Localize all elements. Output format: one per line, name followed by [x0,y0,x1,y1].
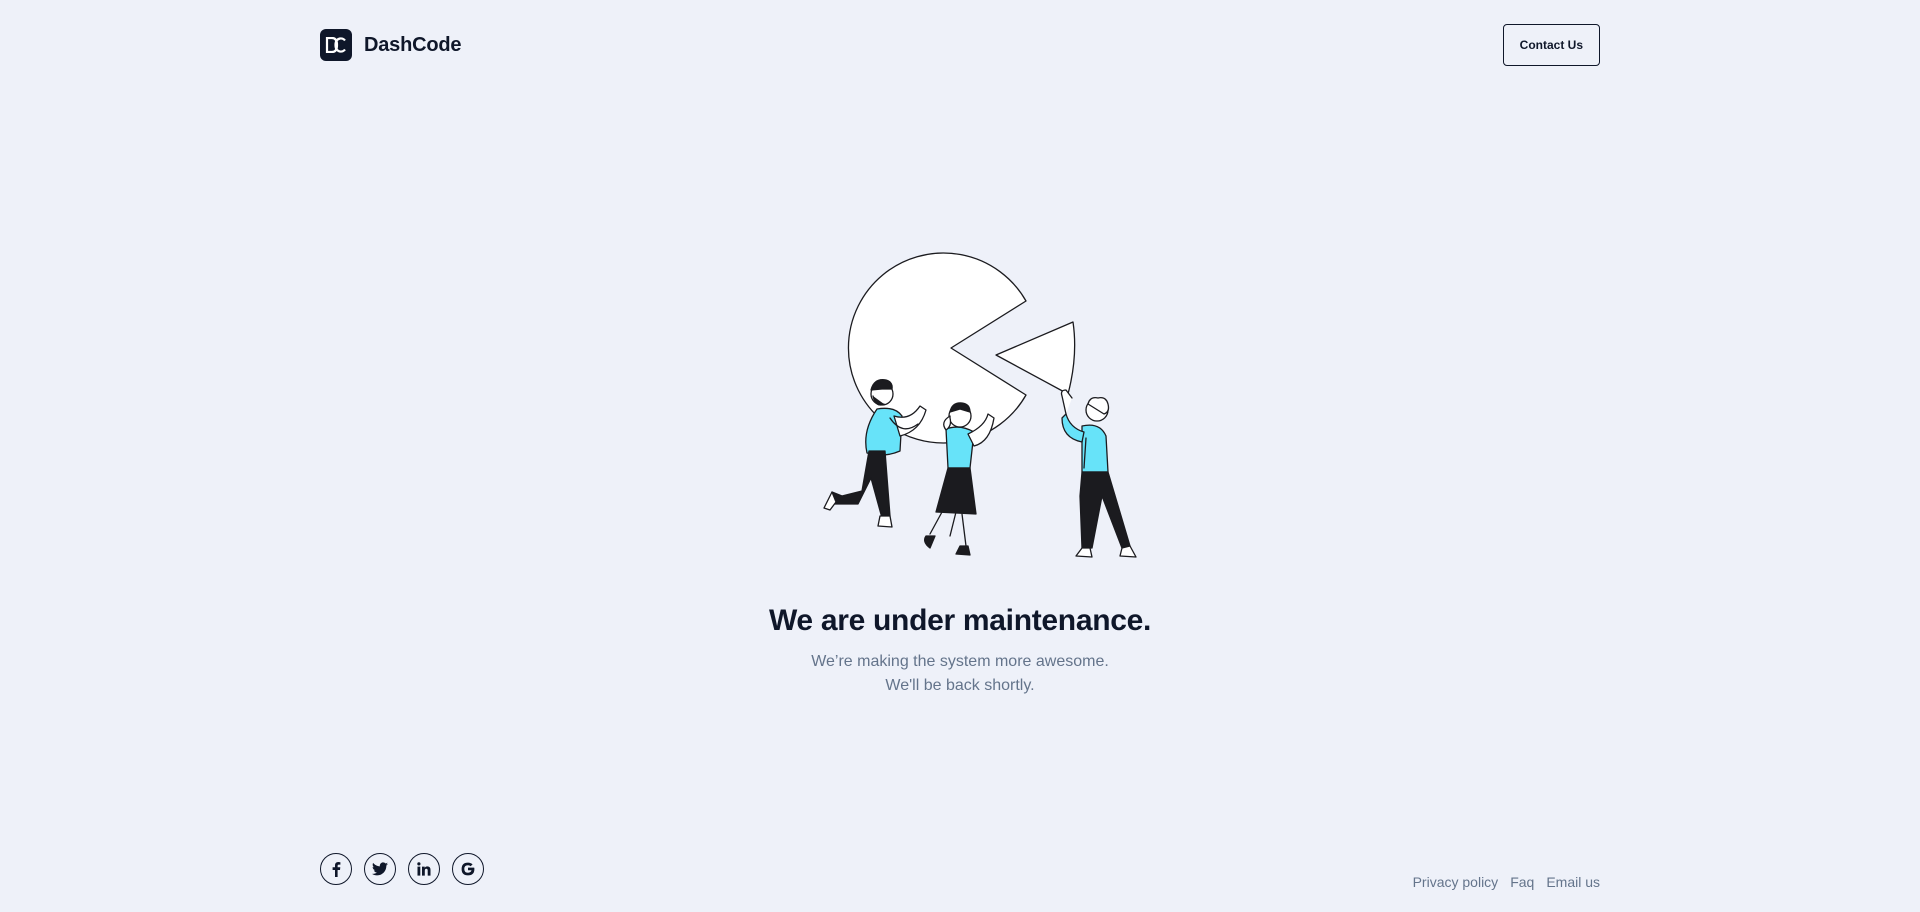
brand-link[interactable]: DashCode [320,29,462,61]
privacy-policy-link[interactable]: Privacy policy [1413,874,1499,890]
main-content: We are under maintenance. We’re making t… [0,246,1920,698]
footer-links: Privacy policy Faq Email us [1413,874,1600,890]
page-title: We are under maintenance. [768,604,1152,637]
maintenance-illustration [823,252,1137,558]
logo-icon [320,29,352,61]
contact-us-button[interactable]: Contact Us [1502,24,1600,66]
facebook-icon[interactable] [320,853,352,885]
faq-link[interactable]: Faq [1510,874,1534,890]
maintenance-page: DashCode Contact Us We are under mainten… [0,0,1920,912]
linkedin-icon[interactable] [408,853,440,885]
email-us-link[interactable]: Email us [1546,874,1600,890]
page-subtitle: We’re making the system more awesome. We… [811,650,1109,698]
header: DashCode Contact Us [320,24,1600,66]
subtitle-line-1: We’re making the system more awesome. [811,653,1109,670]
brand-name: DashCode [364,33,462,56]
footer: Privacy policy Faq Email us [320,848,1600,890]
subtitle-line-2: We'll be back shortly. [885,677,1035,694]
social-links [320,853,484,885]
twitter-icon[interactable] [364,853,396,885]
google-icon[interactable] [452,853,484,885]
